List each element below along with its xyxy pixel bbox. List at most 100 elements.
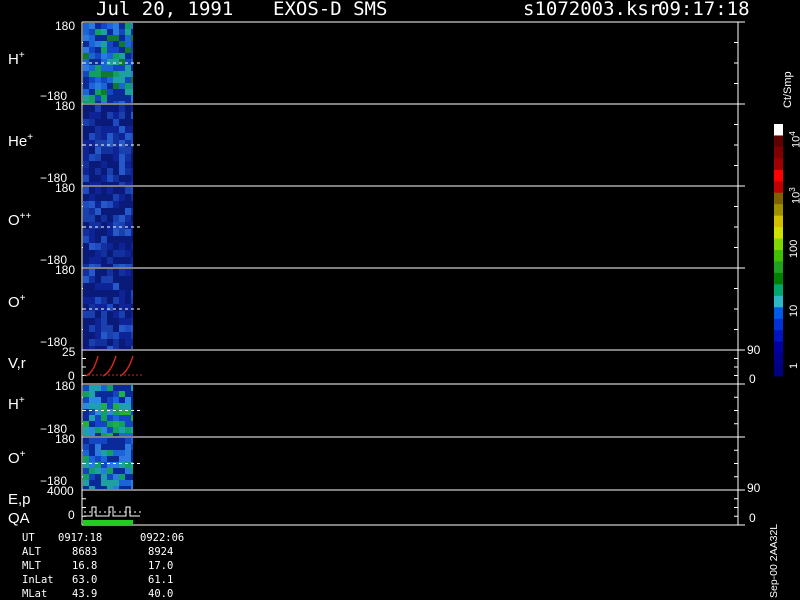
heatmap-cell [89,462,95,468]
heatmap-cell [95,480,101,486]
heatmap-cell [83,486,89,489]
heatmap-cell [101,35,107,41]
heatmap-cell [101,23,107,29]
heatmap-cell [83,133,89,140]
panel-label-qa: QA [8,510,30,527]
heatmap-cell [95,250,101,257]
heatmap-cell [119,290,125,297]
heatmap-cell [107,140,113,147]
heatmap-cell [83,168,89,175]
heatmap-cell [113,89,119,95]
heatmap-cell [89,304,95,311]
heatmap-cell [89,486,95,489]
heatmap-cell [89,215,95,222]
heatmap-cell [89,427,95,433]
heatmap-cell [125,215,131,222]
colorbar-tick-1: 1 [788,362,800,369]
rtick-vr-bot: 0 [749,372,756,386]
heatmap-cell [95,318,101,325]
heatmap-cell [125,168,131,175]
heatmap-cell [119,53,125,59]
heatmap-cell [101,41,107,47]
ytick-h2-top: 180 [55,379,76,393]
heatmap-cell [83,89,89,95]
heatmap-cell [113,236,119,243]
heatmap-cell [113,346,119,349]
heatmap-cell [89,154,95,161]
heatmap-cell [113,325,119,332]
heatmap-cell [95,290,101,297]
heatmap-cell [107,229,113,236]
heatmap-cell [119,480,125,486]
heatmap-cell [131,427,133,433]
heatmap-cell [131,201,133,208]
heatmap-cell [101,53,107,59]
heatmap-cell [119,140,125,147]
heatmap-cell [107,182,113,185]
colorbar-swatch [774,307,783,320]
heatmap-cell [95,119,101,126]
heatmap-cell [119,201,125,208]
heatmap-cell [89,187,95,194]
heatmap-cell [113,182,119,185]
heatmap-cell [113,35,119,41]
heatmap-cell [107,391,113,397]
heatmap-cell [113,187,119,194]
heatmap-cell [107,23,113,29]
heatmap-cell [107,95,113,101]
heatmap-cell [113,444,119,450]
heatmap-cell [113,480,119,486]
heatmap-cell [101,444,107,450]
heatmap-cell [83,77,89,83]
heatmap-cell [107,147,113,154]
heatmap-cell [89,222,95,229]
heatmap-cell [131,385,133,391]
heatmap-cell [89,332,95,339]
heatmap-cell [101,243,107,250]
heatmap-cell [101,59,107,65]
heatmap-cell [119,47,125,53]
heatmap-cell [101,95,107,101]
heatmap-cell [113,332,119,339]
heatmap-cell [89,229,95,236]
heatmap-cell [131,112,133,119]
heatmap-cell [119,474,125,480]
heatmap-cell [107,450,113,456]
heatmap-cell [89,236,95,243]
heatmap-cell [89,71,95,77]
heatmap-cell [125,89,131,95]
heatmap-cell [131,105,133,112]
panel-label-ep: E,p [8,491,31,508]
footer-col1-alt: 8683 [72,546,98,558]
heatmap-cell [107,456,113,462]
heatmap-cell [113,264,119,267]
heatmap-cell [131,339,133,346]
colorbar-swatch [774,261,783,274]
heatmap-cell [113,65,119,71]
vr-ramp [102,355,117,377]
heatmap-cell [101,290,107,297]
heatmap-cell [95,339,101,346]
heatmap-cell [107,194,113,201]
heatmap-cell [119,194,125,201]
heatmap-cell [83,222,89,229]
ytick-vr-top: 25 [62,345,76,359]
heatmap-cell [131,161,133,168]
heatmap-cell [95,409,101,415]
heatmap-cell [83,119,89,126]
footer-col1-ut: 0917:18 [58,532,103,544]
heatmap-cell [113,71,119,77]
heatmap-cell [131,346,133,349]
heatmap-cell [125,112,131,119]
heatmap-cell [107,83,113,89]
heatmap-cell [89,468,95,474]
heatmap-cell [95,462,101,468]
heatmap-cell [101,133,107,140]
footer-label-alt: ALT [22,546,41,558]
heatmap-cell [125,41,131,47]
heatmap-cell [95,101,101,103]
heatmap-cell [83,83,89,89]
heatmap-cell [95,161,101,168]
panel-label-o-plus-2: O+ [8,449,26,467]
colorbar-swatch [774,364,783,377]
